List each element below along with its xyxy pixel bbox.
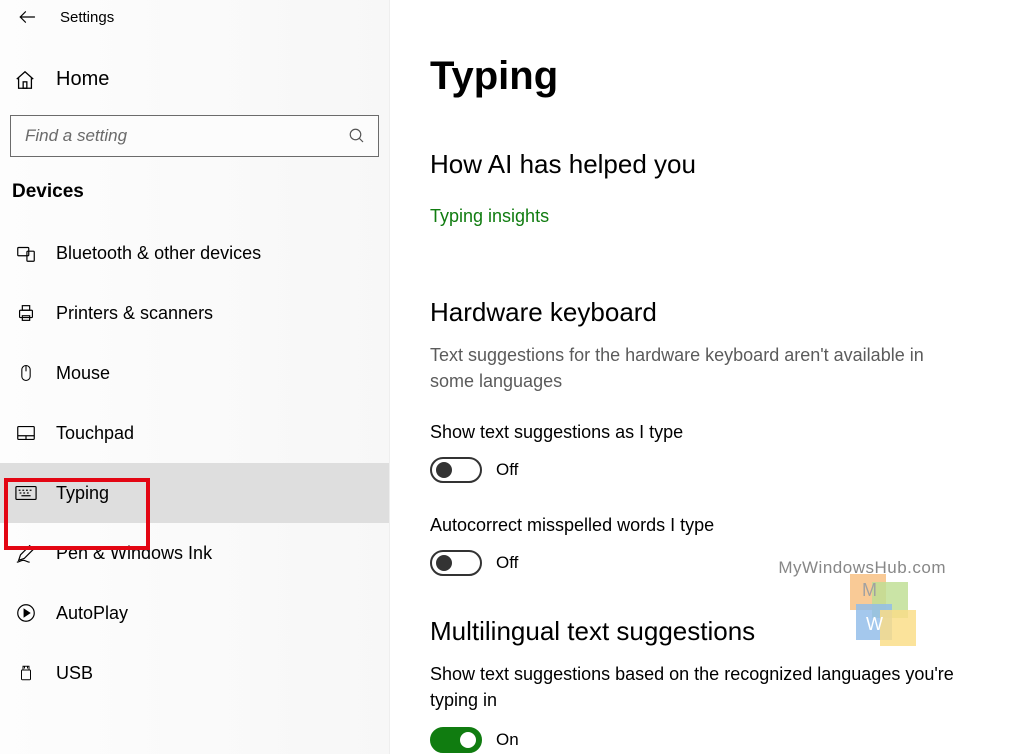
sidebar-item-bluetooth[interactable]: Bluetooth & other devices bbox=[0, 223, 389, 283]
sidebar-item-label: Typing bbox=[56, 483, 109, 504]
sidebar-item-label: Pen & Windows Ink bbox=[56, 543, 212, 564]
sidebar-item-label: AutoPlay bbox=[56, 603, 128, 624]
topbar: Settings bbox=[0, 2, 389, 30]
autoplay-icon bbox=[14, 602, 38, 624]
sidebar-item-mouse[interactable]: Mouse bbox=[0, 343, 389, 403]
multilingual-heading: Multilingual text suggestions bbox=[430, 616, 980, 647]
setting-label-autocorrect: Autocorrect misspelled words I type bbox=[430, 515, 980, 536]
app-title: Settings bbox=[60, 9, 114, 26]
home-icon bbox=[14, 69, 38, 91]
typing-insights-link[interactable]: Typing insights bbox=[430, 206, 980, 227]
setting-label-suggestions: Show text suggestions as I type bbox=[430, 422, 980, 443]
sidebar-item-autoplay[interactable]: AutoPlay bbox=[0, 583, 389, 643]
hardware-note: Text suggestions for the hardware keyboa… bbox=[430, 342, 970, 394]
back-button[interactable] bbox=[18, 8, 42, 26]
sidebar-item-typing[interactable]: Typing bbox=[0, 463, 389, 523]
watermark-text: MyWindowsHub.com bbox=[778, 558, 946, 578]
nav-list: Bluetooth & other devices Printers & sca… bbox=[0, 223, 389, 703]
setting-label-multilingual: Show text suggestions based on the recog… bbox=[430, 661, 970, 713]
sidebar-category: Devices bbox=[0, 157, 389, 223]
ai-section-heading: How AI has helped you bbox=[430, 149, 980, 180]
pen-icon bbox=[14, 542, 38, 564]
keyboard-icon bbox=[14, 485, 38, 501]
sidebar-item-label: Printers & scanners bbox=[56, 303, 213, 324]
page-title: Typing bbox=[430, 54, 980, 99]
main-content: Typing How AI has helped you Typing insi… bbox=[390, 0, 1020, 754]
hardware-heading: Hardware keyboard bbox=[430, 297, 980, 328]
sidebar-item-label: Mouse bbox=[56, 363, 110, 384]
search-icon bbox=[348, 127, 366, 145]
home-label: Home bbox=[56, 68, 109, 91]
bluetooth-devices-icon bbox=[14, 242, 38, 264]
sidebar-item-label: Touchpad bbox=[56, 423, 134, 444]
mouse-icon bbox=[14, 362, 38, 384]
sidebar-item-touchpad[interactable]: Touchpad bbox=[0, 403, 389, 463]
search-input[interactable] bbox=[25, 126, 348, 146]
svg-text:M: M bbox=[862, 580, 877, 600]
sidebar-item-usb[interactable]: USB bbox=[0, 643, 389, 703]
toggle-state: Off bbox=[496, 553, 518, 573]
usb-icon bbox=[14, 662, 38, 684]
sidebar-item-pen[interactable]: Pen & Windows Ink bbox=[0, 523, 389, 583]
toggle-multilingual[interactable] bbox=[430, 727, 482, 753]
toggle-autocorrect[interactable] bbox=[430, 550, 482, 576]
printer-icon bbox=[14, 302, 38, 324]
sidebar-item-label: Bluetooth & other devices bbox=[56, 243, 261, 264]
search-box[interactable] bbox=[10, 115, 379, 157]
toggle-text-suggestions[interactable] bbox=[430, 457, 482, 483]
search-wrap bbox=[0, 115, 389, 157]
sidebar-item-label: USB bbox=[56, 663, 93, 684]
back-arrow-icon bbox=[18, 8, 36, 26]
toggle-state: On bbox=[496, 730, 519, 750]
nav-home[interactable]: Home bbox=[0, 30, 389, 115]
touchpad-icon bbox=[14, 422, 38, 444]
toggle-state: Off bbox=[496, 460, 518, 480]
sidebar: Settings Home Devices Bluetooth & ot bbox=[0, 0, 390, 754]
sidebar-item-printers[interactable]: Printers & scanners bbox=[0, 283, 389, 343]
